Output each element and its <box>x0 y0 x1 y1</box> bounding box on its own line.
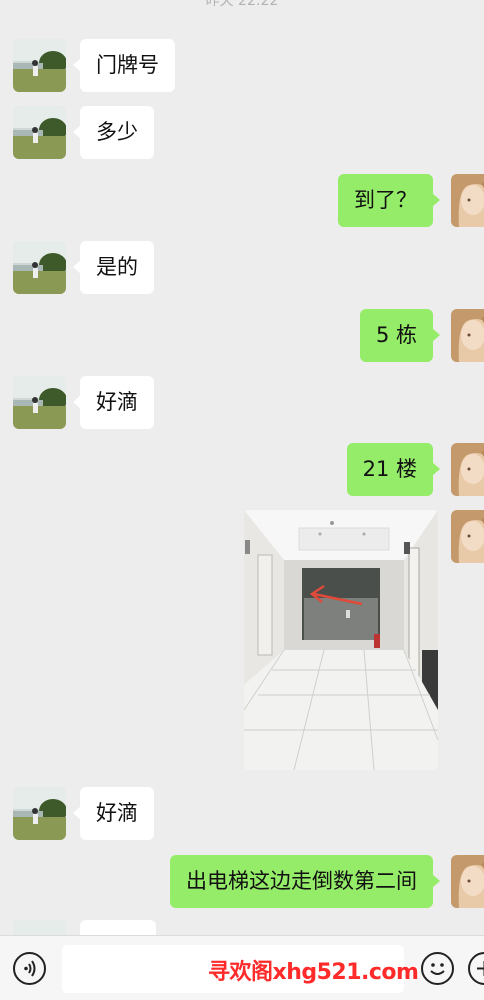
contact-avatar[interactable] <box>13 39 66 92</box>
message-bubble-incoming[interactable]: 门牌号 <box>73 39 175 92</box>
message-bubble-incoming[interactable]: 多少 <box>73 106 154 159</box>
contact-avatar[interactable] <box>13 376 66 429</box>
contact-avatar[interactable] <box>13 106 66 159</box>
plus-icon[interactable] <box>468 952 484 985</box>
message-image-hallway[interactable] <box>244 510 438 770</box>
message-bubble-incoming[interactable]: 好滴 <box>73 376 154 429</box>
message-bubble-outgoing[interactable]: 21 楼 <box>346 443 441 496</box>
my-avatar[interactable] <box>451 443 484 496</box>
message-bubble-incoming[interactable]: 是的 <box>73 241 154 294</box>
message-bubble-outgoing[interactable]: 出电梯这边走倒数第二间 <box>170 855 440 908</box>
my-avatar[interactable] <box>451 174 484 227</box>
message-bubble-outgoing[interactable]: 5 栋 <box>359 309 441 362</box>
my-avatar[interactable] <box>451 510 484 563</box>
my-avatar[interactable] <box>451 309 484 362</box>
voice-icon[interactable] <box>13 952 46 985</box>
emoji-icon[interactable] <box>421 952 454 985</box>
chat-screen: 昨天 22:22 门牌号 多少 到了？ 是的 5 栋 好滴 21 楼 好滴 出电… <box>0 0 484 1000</box>
contact-avatar[interactable] <box>13 241 66 294</box>
watermark-text: 寻欢阁xhg521.com <box>208 960 419 985</box>
message-bubble-incoming[interactable]: 好滴 <box>73 787 154 840</box>
contact-avatar[interactable] <box>13 787 66 840</box>
my-avatar[interactable] <box>451 855 484 908</box>
chat-timestamp: 昨天 22:22 <box>205 0 279 9</box>
message-bubble-outgoing[interactable]: 到了？ <box>338 174 440 227</box>
